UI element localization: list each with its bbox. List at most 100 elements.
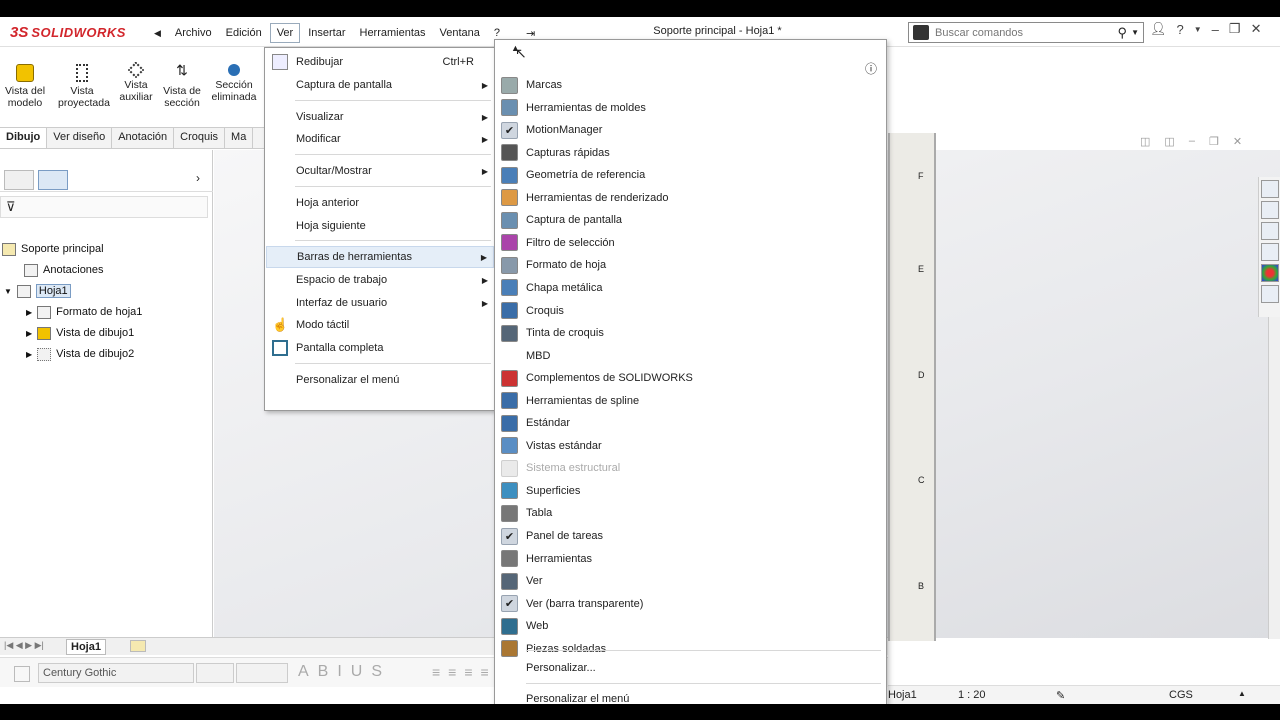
projected-view-button[interactable]: Vista proyectada	[58, 64, 110, 109]
resources-icon[interactable]	[1261, 201, 1279, 219]
vertical-scrollbar[interactable]	[1268, 317, 1280, 639]
help-icon[interactable]: ?	[1177, 22, 1184, 37]
command-search[interactable]: Buscar comandos ⚲ ▼	[908, 22, 1144, 43]
menu-item-pantalla-completa[interactable]: Pantalla completa	[266, 337, 494, 359]
toolbar-item[interactable]: Geometría de referencia	[495, 164, 885, 186]
menu-item-ocultar[interactable]: Ocultar/Mostrar ▶	[266, 160, 494, 182]
status-units[interactable]: CGS	[1169, 689, 1193, 701]
menu-edicion[interactable]: Edición	[220, 24, 268, 42]
toolbar-item[interactable]: Vistas estándar	[495, 435, 885, 457]
menu-collapse-icon[interactable]: ◀	[148, 25, 167, 42]
sheet-tab[interactable]: Hoja1	[66, 639, 106, 655]
height-field[interactable]	[236, 663, 288, 683]
tree-filter-field[interactable]: ⊽	[0, 196, 208, 218]
font-size-select[interactable]	[196, 663, 234, 683]
search-icon[interactable]: ⚲	[1118, 25, 1128, 41]
tree-root[interactable]: Soporte principal	[2, 240, 104, 258]
chevron-right-icon[interactable]: ›	[196, 171, 200, 185]
toolbar-item[interactable]: Filtro de selección	[495, 232, 885, 254]
user-icon[interactable]: 👤︎	[1150, 21, 1167, 37]
menu-item-personalizar-menu[interactable]: Personalizar el menú	[266, 369, 494, 391]
viewport-restore-icon[interactable]: ❐	[1209, 135, 1219, 148]
toolbar-item[interactable]: Tinta de croquis	[495, 322, 885, 344]
toolbar-item[interactable]: MBD	[495, 345, 885, 367]
removed-section-button[interactable]: Sección eliminada	[210, 64, 258, 103]
toolbar-item[interactable]: Herramientas	[495, 548, 885, 570]
folder-icon[interactable]	[1261, 222, 1279, 240]
menu-item-interfaz[interactable]: Interfaz de usuario ▶	[266, 292, 494, 314]
expand-icon[interactable]: ▶	[26, 350, 32, 359]
text-style-buttons[interactable]: ABIUS	[298, 663, 391, 681]
previous-view-icon[interactable]: ◫	[1140, 135, 1150, 148]
edit-pencil-icon[interactable]: ✎	[1056, 689, 1065, 702]
toolbar-item[interactable]: Estándar	[495, 412, 885, 434]
tree-item-view1[interactable]: ▶ Vista de dibujo1	[26, 324, 134, 342]
menu-item-captura[interactable]: Captura de pantalla ▶	[266, 74, 494, 96]
font-select[interactable]: Century Gothic	[38, 663, 194, 683]
auxiliary-view-button[interactable]: Vista auxiliar	[112, 61, 160, 103]
minimize-icon[interactable]: –	[1212, 22, 1219, 37]
toolbar-item[interactable]: Herramientas de spline	[495, 390, 885, 412]
tab-more[interactable]: Ma	[225, 128, 254, 148]
toolbar-item[interactable]: Herramientas de renderizado	[495, 187, 885, 209]
menu-item-espacio[interactable]: Espacio de trabajo ▶	[266, 269, 494, 291]
menu-insertar[interactable]: Insertar	[302, 24, 351, 42]
feature-manager-icon[interactable]	[4, 170, 34, 190]
help-dropdown-icon[interactable]: ▼	[1194, 25, 1202, 34]
toolbar-item[interactable]: Superficies	[495, 480, 885, 502]
style-icon[interactable]	[14, 666, 30, 682]
units-dropdown-icon[interactable]: ▲	[1238, 689, 1246, 698]
toolbar-item[interactable]: Complementos de SOLIDWORKS	[495, 367, 885, 389]
tree-item-sheet-format[interactable]: ▶ Formato de hoja1	[26, 303, 142, 321]
menu-item-visualizar[interactable]: Visualizar ▶	[266, 106, 494, 128]
toolbar-item[interactable]: Formato de hoja	[495, 254, 885, 276]
toolbar-item[interactable]: ✔ Panel de tareas	[495, 525, 885, 547]
tab-croquis[interactable]: Croquis	[174, 128, 226, 148]
menu-item-personalizar[interactable]: Personalizar...	[495, 657, 885, 679]
home-icon[interactable]	[1261, 180, 1279, 198]
toolbar-item[interactable]: Herramientas de moldes	[495, 97, 885, 119]
align-buttons[interactable]: ≡≡≡≡	[432, 664, 497, 680]
viewport-minimize-icon[interactable]: –	[1189, 135, 1195, 148]
close-icon[interactable]: ✕	[1251, 21, 1262, 37]
menu-item-personalizar-el-menu[interactable]: Personalizar el menú	[495, 688, 885, 704]
view-palette-icon[interactable]	[1261, 243, 1279, 261]
menu-archivo[interactable]: Archivo	[169, 24, 218, 42]
toolbar-item[interactable]: Marcas	[495, 74, 885, 96]
toolbar-item[interactable]: Web	[495, 615, 885, 637]
expand-icon[interactable]: ▶	[26, 329, 32, 338]
toolbar-item[interactable]: Tabla	[495, 502, 885, 524]
expand-icon[interactable]: ▶	[26, 308, 32, 317]
tab-anotacion[interactable]: Anotación	[112, 128, 175, 148]
toolbar-item[interactable]: ✔ MotionManager	[495, 119, 885, 141]
menu-item-hoja-anterior[interactable]: Hoja anterior	[266, 192, 494, 214]
toolbar-item[interactable]: Capturas rápidas	[495, 142, 885, 164]
tree-item-annotations[interactable]: Anotaciones	[24, 261, 104, 279]
custom-properties-icon[interactable]	[1261, 285, 1279, 303]
section-view-button[interactable]: ⇅ Vista de sección	[158, 63, 206, 109]
appearances-icon[interactable]	[1261, 264, 1279, 282]
add-sheet-icon[interactable]	[130, 640, 146, 652]
menu-ventana[interactable]: Ventana	[434, 24, 486, 42]
menu-item-tactil[interactable]: ☝ Modo táctil	[266, 314, 494, 336]
toolbar-item[interactable]: Croquis	[495, 300, 885, 322]
sheet-nav-icon[interactable]: |◀ ◀ ▶ ▶|	[4, 640, 44, 651]
toolbar-item[interactable]: ✔ Ver (barra transparente)	[495, 593, 885, 615]
menu-herramientas[interactable]: Herramientas	[354, 24, 432, 42]
property-manager-icon[interactable]	[38, 170, 68, 190]
toolbar-item[interactable]: Chapa metálica	[495, 277, 885, 299]
tree-item-view2[interactable]: ▶ Vista de dibujo2	[26, 345, 134, 363]
menu-item-hoja-siguiente[interactable]: Hoja siguiente	[266, 215, 494, 237]
tree-item-sheet[interactable]: ▼ Hoja1	[4, 282, 71, 300]
toolbar-item[interactable]: Ver	[495, 570, 885, 592]
menu-item-barras[interactable]: Barras de herramientas ▶	[266, 246, 494, 268]
next-view-icon[interactable]: ◫	[1164, 135, 1174, 148]
tab-dibujo[interactable]: Dibujo	[0, 128, 48, 148]
toolbar-item[interactable]: Captura de pantalla	[495, 209, 885, 231]
search-dropdown-icon[interactable]: ▼	[1131, 28, 1139, 37]
restore-icon[interactable]: ❐	[1229, 21, 1241, 37]
collapse-icon[interactable]: ▼	[4, 287, 12, 296]
menu-ver[interactable]: Ver	[269, 23, 301, 43]
menu-item-redibujar[interactable]: Redibujar Ctrl+R	[266, 51, 494, 73]
model-view-button[interactable]: Vista del modelo	[1, 64, 49, 109]
